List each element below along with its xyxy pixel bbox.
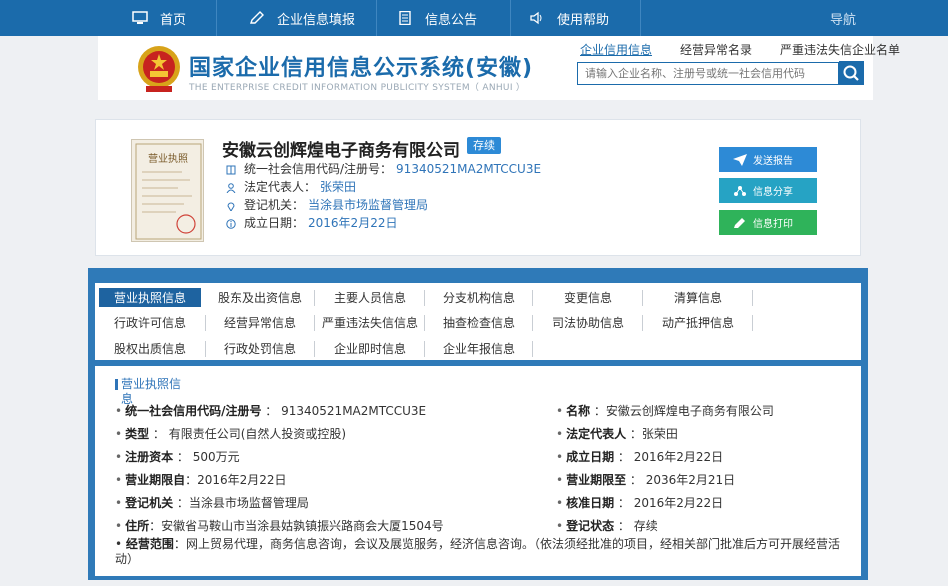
field-address: • 住所：安徽省马鞍山市当涂县姑孰镇振兴路商会大厦1504号 <box>115 519 444 533</box>
reg-authority-value: 当涂县市场监督管理局 <box>308 198 429 212</box>
info-legal-rep: 法定代表人： 张荣田 <box>226 178 356 195</box>
info-established: 成立日期： 2016年2月22日 <box>226 214 397 231</box>
info-reg-authority: 登记机关： 当涂县市场监督管理局 <box>226 196 428 213</box>
field-business-scope: • 经营范围：网上贸易代理，商务信息咨询，会议及展览服务，经济信息咨询。（依法须… <box>115 537 840 566</box>
nav-help[interactable]: 使用帮助 <box>529 0 609 36</box>
credit-code-value: 91340521MA2MTCCU3E <box>396 161 542 176</box>
top-nav: 首页 企业信息填报 信息公告 使用帮助 导航 <box>0 0 948 36</box>
tab-chattel-mortgage[interactable]: 动产抵押信息 <box>644 313 752 332</box>
tab-liquidation[interactable]: 清算信息 <box>644 288 752 307</box>
nav-notice[interactable]: 信息公告 <box>397 0 477 36</box>
field-reg-status: • 登记状态 ： 存续 <box>556 519 658 533</box>
search-input[interactable] <box>577 62 839 85</box>
tab-instant-info[interactable]: 企业即时信息 <box>316 339 424 358</box>
tab-inspection[interactable]: 抽查检查信息 <box>426 313 532 332</box>
link-credit-info[interactable]: 企业信用信息 <box>580 41 652 58</box>
tab-changes[interactable]: 变更信息 <box>534 288 642 307</box>
tab-admin-license[interactable]: 行政许可信息 <box>99 313 201 332</box>
tab-abnormal-operation[interactable]: 经营异常信息 <box>206 313 314 332</box>
tab-judicial-assistance[interactable]: 司法协助信息 <box>534 313 642 332</box>
tab-annual-report[interactable]: 企业年报信息 <box>426 339 532 358</box>
share-icon <box>733 185 747 197</box>
license-thumbnail[interactable]: 营业执照 <box>131 139 204 242</box>
search-icon <box>843 65 859 81</box>
paper-plane-icon <box>733 153 747 166</box>
national-emblem-icon <box>136 44 182 94</box>
legal-rep-value: 张荣田 <box>320 180 357 194</box>
tab-serious-violation[interactable]: 严重违法失信信息 <box>316 313 424 332</box>
tab-shareholders[interactable]: 股东及出资信息 <box>206 288 314 307</box>
share-button[interactable]: 信息分享 <box>719 178 817 203</box>
status-badge: 存续 <box>467 137 501 154</box>
pencil-icon <box>733 217 747 229</box>
header-links: 企业信用信息 经营异常名录 严重违法失信企业名单 <box>580 41 900 58</box>
edit-icon <box>249 11 265 25</box>
field-legal-rep: • 法定代表人 ：张荣田 <box>556 427 678 441</box>
location-pin-icon <box>226 200 236 212</box>
print-button[interactable]: 信息打印 <box>719 210 817 235</box>
send-report-button[interactable]: 发送报告 <box>719 147 817 172</box>
nav-report-label: 企业信息填报 <box>277 12 356 28</box>
link-abnormal-list[interactable]: 经营异常名录 <box>680 41 752 58</box>
tab-key-personnel[interactable]: 主要人员信息 <box>316 288 424 307</box>
nav-home[interactable]: 首页 <box>132 0 186 36</box>
tab-admin-penalty[interactable]: 行政处罚信息 <box>206 339 314 358</box>
established-value: 2016年2月22日 <box>308 216 398 230</box>
site-subtitle: THE ENTERPRISE CREDIT INFORMATION PUBLIC… <box>189 83 526 93</box>
tab-license-info[interactable]: 营业执照信息 <box>99 288 201 307</box>
field-approval-date: • 核准日期 ： 2016年2月22日 <box>556 496 724 510</box>
license-thumb-text: 营业执照 <box>148 152 188 165</box>
site-title: 国家企业信用信息公示系统(安徽) <box>189 56 534 81</box>
field-credit-code: • 统一社会信用代码/注册号 ： 91340521MA2MTCCU3E <box>115 404 427 418</box>
link-serious-violation[interactable]: 严重违法失信企业名单 <box>780 41 900 58</box>
nav-guide[interactable]: 导航 <box>830 0 856 36</box>
info-credit-code: 统一社会信用代码/注册号： 91340521MA2MTCCU3E <box>226 160 541 177</box>
nav-notice-label: 信息公告 <box>425 12 478 28</box>
field-term-start: • 营业期限自：2016年2月22日 <box>115 473 287 487</box>
search-button[interactable] <box>839 61 864 85</box>
nav-home-label: 首页 <box>160 12 187 28</box>
field-established: • 成立日期 ： 2016年2月22日 <box>556 450 724 464</box>
tab-branches[interactable]: 分支机构信息 <box>426 288 532 307</box>
nav-help-label: 使用帮助 <box>557 12 610 28</box>
field-term-end: • 营业期限至 ： 2036年2月21日 <box>556 473 736 487</box>
monitor-icon <box>132 11 148 25</box>
tab-equity-pledge[interactable]: 股权出质信息 <box>99 339 201 358</box>
person-icon <box>226 182 236 193</box>
field-registered-capital: • 注册资本 ： 500万元 <box>115 450 240 464</box>
info-circle-icon <box>226 218 236 229</box>
field-name: • 名称 ：安徽云创辉煌电子商务有限公司 <box>556 404 774 418</box>
document-icon <box>397 10 413 26</box>
nav-report[interactable]: 企业信息填报 <box>249 0 355 36</box>
field-reg-authority: • 登记机关 ：当涂县市场监督管理局 <box>115 496 309 510</box>
speaker-icon <box>529 11 545 25</box>
book-icon <box>226 164 236 174</box>
field-type: • 类型 ： 有限责任公司(自然人投资或控股) <box>115 427 347 441</box>
company-name: 安徽云创辉煌电子商务有限公司 <box>222 141 460 161</box>
